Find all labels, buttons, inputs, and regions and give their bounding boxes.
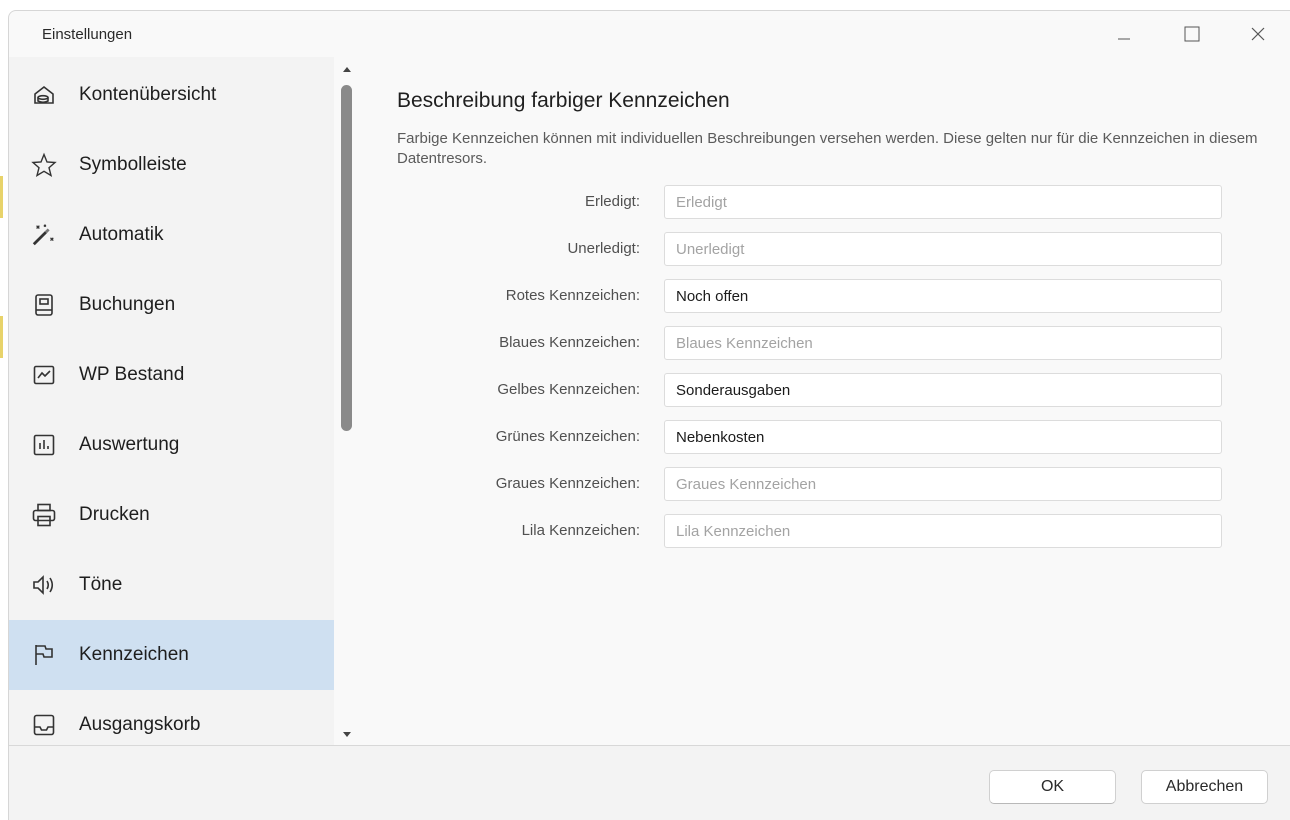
sidebar-item-label: Buchungen (79, 294, 176, 315)
sidebar-item-label: WP Bestand (79, 364, 185, 385)
sidebar-item-label: Symbolleiste (79, 154, 187, 175)
field-label: Grünes Kennzeichen: (495, 428, 640, 445)
ok-button[interactable]: OK (989, 770, 1116, 804)
scroll-down-icon[interactable] (342, 731, 352, 739)
stock-chart-icon (31, 362, 57, 388)
field-label: Erledigt: (584, 193, 640, 210)
field-label: Gelbes Kennzeichen: (497, 381, 640, 398)
page-description: Farbige Kennzeichen können mit individue… (397, 130, 1258, 167)
unerledigt-input[interactable] (664, 232, 1222, 266)
minimize-button[interactable] (1101, 17, 1147, 51)
sidebar-item-buchungen[interactable]: Buchungen (9, 270, 334, 340)
form-row-grau: Graues Kennzeichen: (360, 467, 1260, 501)
ledger-book-icon (31, 292, 57, 318)
erledigt-input[interactable] (664, 185, 1222, 219)
rotes-kennzeichen-input[interactable] (664, 279, 1222, 313)
form-row-unerledigt: Unerledigt: (360, 232, 1260, 266)
close-icon (1251, 27, 1265, 41)
maximize-button[interactable] (1169, 17, 1215, 51)
sidebar-item-auswertung[interactable]: Auswertung (9, 410, 334, 480)
gelbes-kennzeichen-input[interactable] (664, 373, 1222, 407)
sidebar-item-label: Auswertung (79, 434, 180, 455)
field-label: Unerledigt: (567, 240, 640, 257)
form-row-gruen: Grünes Kennzeichen: (360, 420, 1260, 454)
sidebar-item-wp-bestand[interactable]: WP Bestand (9, 340, 334, 410)
bar-chart-icon (31, 432, 57, 458)
cancel-button[interactable]: Abbrechen (1141, 770, 1268, 804)
title-bar[interactable]: Einstellungen (9, 11, 1290, 57)
sidebar-item-label: Kennzeichen (79, 644, 189, 665)
dialog-footer: OK Abbrechen (9, 745, 1290, 820)
magic-wand-icon (31, 222, 57, 248)
maximize-icon (1184, 26, 1200, 42)
printer-icon (31, 502, 57, 528)
settings-dialog: Einstellungen Kontenübersicht Symbolleis… (8, 10, 1290, 820)
form-row-blau: Blaues Kennzeichen: (360, 326, 1260, 360)
minimize-icon (1118, 38, 1130, 40)
form-row-rot: Rotes Kennzeichen: (360, 279, 1260, 313)
gruenes-kennzeichen-input[interactable] (664, 420, 1222, 454)
scroll-up-icon[interactable] (342, 65, 352, 73)
sidebar-item-label: Töne (79, 574, 123, 595)
form-row-lila: Lila Kennzeichen: (360, 514, 1260, 548)
page-title: Beschreibung farbiger Kennzeichen (397, 89, 730, 112)
field-label: Lila Kennzeichen: (521, 522, 640, 539)
speaker-icon (31, 572, 57, 598)
sidebar-scrollbar[interactable] (334, 57, 360, 745)
settings-sidebar: Kontenübersicht Symbolleiste Automatik B… (9, 57, 334, 745)
background-highlight (0, 316, 3, 358)
window-title: Einstellungen (42, 26, 133, 43)
sidebar-item-label: Ausgangskorb (79, 714, 201, 735)
sidebar-item-ausgangskorb[interactable]: Ausgangskorb (9, 690, 334, 745)
sidebar-item-label: Drucken (79, 504, 150, 525)
background-window-edge (0, 0, 8, 820)
form-row-erledigt: Erledigt: (360, 185, 1260, 219)
sidebar-item-automatik[interactable]: Automatik (9, 200, 334, 270)
close-button[interactable] (1235, 17, 1281, 51)
flag-icon (31, 642, 57, 668)
field-label: Graues Kennzeichen: (495, 475, 640, 492)
form-row-gelb: Gelbes Kennzeichen: (360, 373, 1260, 407)
scrollbar-thumb[interactable] (341, 85, 352, 431)
sidebar-item-label: Automatik (79, 224, 164, 245)
star-icon (31, 152, 57, 178)
sidebar-item-symbolleiste[interactable]: Symbolleiste (9, 130, 334, 200)
outbox-tray-icon (31, 712, 57, 738)
account-overview-icon (31, 82, 57, 108)
blaues-kennzeichen-input[interactable] (664, 326, 1222, 360)
settings-content: Beschreibung farbiger Kennzeichen Farbig… (360, 57, 1290, 745)
sidebar-item-kontenuebersicht[interactable]: Kontenübersicht (9, 60, 334, 130)
background-highlight (0, 176, 3, 218)
field-label: Blaues Kennzeichen: (499, 334, 640, 351)
sidebar-item-drucken[interactable]: Drucken (9, 480, 334, 550)
sidebar-item-toene[interactable]: Töne (9, 550, 334, 620)
field-label: Rotes Kennzeichen: (505, 287, 640, 304)
graues-kennzeichen-input[interactable] (664, 467, 1222, 501)
sidebar-item-label: Kontenübersicht (79, 84, 217, 105)
sidebar-item-kennzeichen[interactable]: Kennzeichen (9, 620, 334, 690)
lila-kennzeichen-input[interactable] (664, 514, 1222, 548)
